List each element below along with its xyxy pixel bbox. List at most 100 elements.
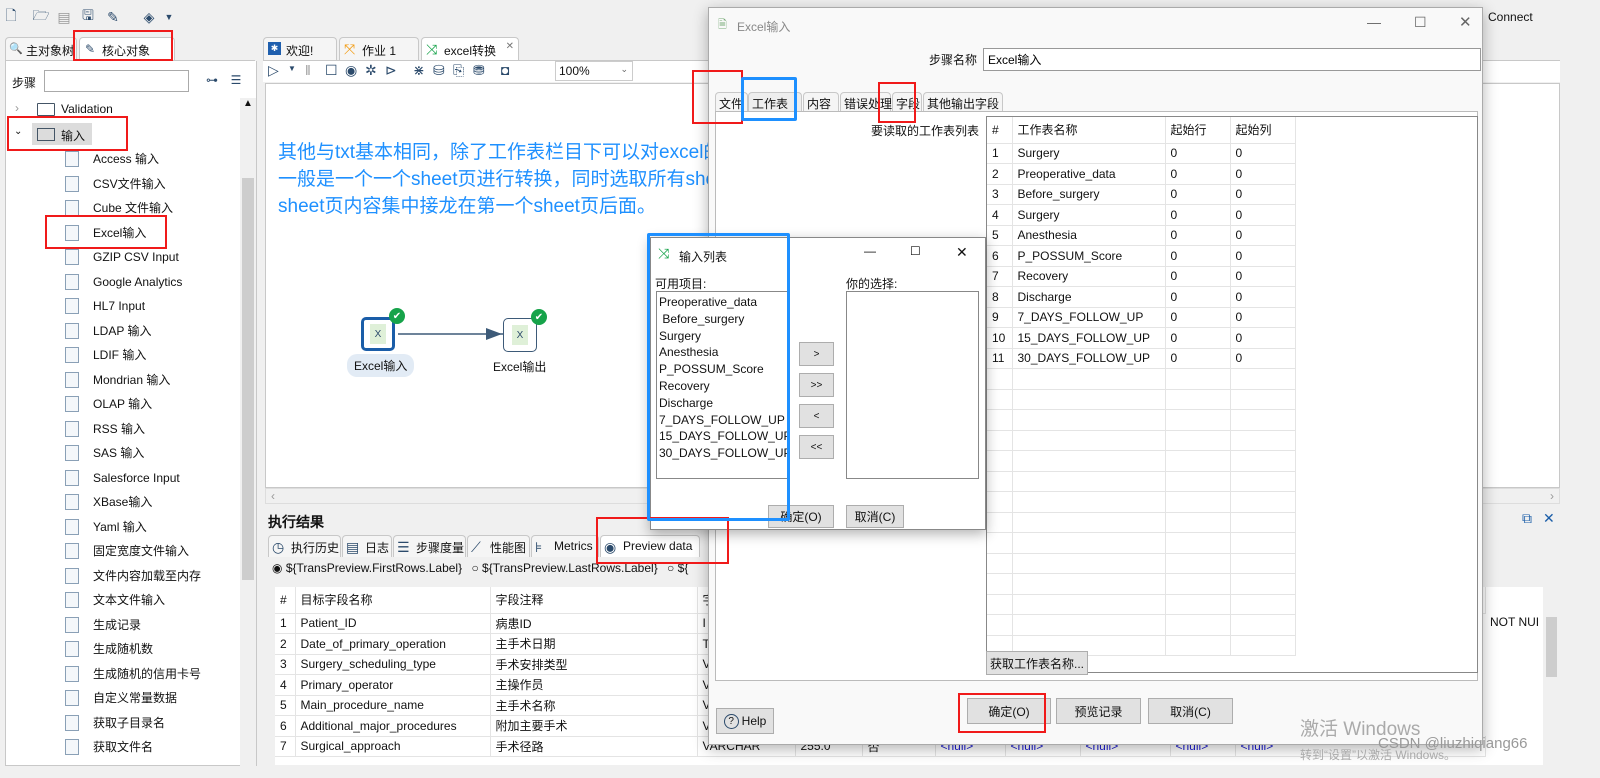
step-label-excel-input[interactable]: Excel输入 bbox=[347, 354, 415, 377]
tree-folder-validation[interactable]: › Validation bbox=[5, 98, 235, 120]
list-item[interactable]: 30_DAYS_FOLLOW_UP bbox=[659, 445, 787, 462]
radio-last-rows[interactable]: ○ ${TransPreview.LastRows.Label} bbox=[471, 561, 657, 575]
preview-records-button[interactable]: 预览记录 bbox=[1056, 698, 1141, 724]
impact-icon[interactable]: ⛁ bbox=[433, 62, 445, 79]
radio-first-rows[interactable]: ◉ ${TransPreview.FirstRows.Label} bbox=[272, 561, 462, 575]
table-row[interactable]: 10 15_DAYS_FOLLOW_UP 0 0 bbox=[987, 327, 1296, 349]
scroll-left-icon[interactable]: ‹ bbox=[271, 489, 275, 503]
list-item[interactable]: 15_DAYS_FOLLOW_UP bbox=[659, 428, 787, 445]
list-item[interactable]: Discharge bbox=[659, 395, 785, 412]
table-row[interactable]: 2 Preoperative_data 0 0 bbox=[987, 163, 1296, 185]
save-as-icon[interactable]: ✎ bbox=[104, 8, 122, 26]
table-row[interactable]: 8 Discharge 0 0 bbox=[987, 286, 1296, 308]
list-item[interactable]: 7_DAYS_FOLLOW_UP bbox=[659, 412, 785, 429]
chevron-down-icon[interactable]: ▼ bbox=[164, 10, 174, 24]
scroll-right-icon[interactable]: › bbox=[1550, 489, 1554, 503]
maximize-icon[interactable]: ☐ bbox=[910, 244, 921, 258]
explore-repository-icon[interactable]: ▤ bbox=[56, 8, 72, 26]
tab-preview-data[interactable]: ◉ Preview data bbox=[600, 535, 700, 557]
open-folder-icon[interactable]: 🗁 bbox=[32, 7, 50, 26]
scrollbar-thumb[interactable] bbox=[1546, 617, 1557, 677]
maximize-icon[interactable]: ☐ bbox=[1414, 14, 1427, 31]
tab-fields[interactable]: 字段 bbox=[892, 92, 922, 112]
tab-main-object-tree[interactable]: 🔍 主对象树 bbox=[5, 37, 77, 60]
close-icon[interactable]: ✕ bbox=[1459, 13, 1472, 31]
add-all-button[interactable]: >> bbox=[799, 373, 834, 397]
table-row[interactable]: 5 Anesthesia 0 0 bbox=[987, 225, 1296, 246]
step-name-input[interactable] bbox=[983, 48, 1481, 71]
zoom-select[interactable]: 100% ⌄ bbox=[555, 61, 633, 81]
stop-icon[interactable]: ☐ bbox=[325, 62, 338, 79]
save-icon[interactable]: 🖫 bbox=[80, 7, 96, 26]
step-node-excel-input[interactable]: X bbox=[361, 317, 395, 351]
tree-folder-input[interactable]: ⌄ 输入 bbox=[5, 122, 235, 146]
tab-file[interactable]: 文件 bbox=[715, 92, 748, 112]
tab-core-objects[interactable]: ✎ 核心对象 bbox=[79, 37, 175, 60]
remove-button[interactable]: < bbox=[799, 404, 834, 428]
table-row[interactable]: 9 7_DAYS_FOLLOW_UP 0 0 bbox=[987, 307, 1296, 328]
list-item[interactable]: Recovery bbox=[659, 378, 785, 395]
step-label-excel-output[interactable]: Excel输出 bbox=[493, 358, 546, 375]
replay-icon[interactable]: ⊳ bbox=[385, 62, 397, 79]
tab-welcome[interactable]: ✱ 欢迎! bbox=[263, 37, 337, 60]
list-item[interactable]: Preoperative_data bbox=[659, 294, 785, 311]
list-item[interactable]: Anesthesia bbox=[659, 344, 785, 361]
left-scrollbar[interactable]: ▲ bbox=[240, 98, 256, 766]
scrollbar-thumb[interactable] bbox=[242, 178, 254, 580]
remove-all-button[interactable]: << bbox=[799, 435, 834, 459]
ok-button[interactable]: 确定(O) bbox=[967, 698, 1051, 724]
tab-other-output-fields[interactable]: 其他输出字段 bbox=[923, 92, 1003, 112]
debug-icon[interactable]: ✲ bbox=[365, 62, 377, 79]
table-row[interactable]: 4 Surgery 0 0 bbox=[987, 204, 1296, 226]
tab-content[interactable]: 内容 bbox=[803, 92, 839, 112]
cancel-button[interactable]: 取消(C) bbox=[1148, 698, 1233, 724]
minimize-icon[interactable]: — bbox=[864, 244, 876, 258]
chevron-down-icon[interactable]: ⌄ bbox=[14, 126, 22, 137]
close-icon[interactable]: ✕ bbox=[956, 244, 968, 261]
step-node-excel-output[interactable]: X bbox=[503, 318, 537, 352]
tab-error-handling[interactable]: 错误处理 bbox=[840, 92, 892, 112]
scroll-up-icon[interactable]: ▲ bbox=[243, 98, 253, 109]
table-row[interactable]: 11 30_DAYS_FOLLOW_UP 0 0 bbox=[987, 348, 1296, 369]
list-item[interactable]: Surgery bbox=[659, 328, 785, 345]
list-item[interactable]: Before_surgery bbox=[659, 311, 785, 328]
tab-log[interactable]: ▤ 日志 bbox=[342, 535, 392, 557]
maximize-panel-icon[interactable]: ⧉ bbox=[1522, 510, 1532, 527]
chevron-right-icon[interactable]: › bbox=[15, 101, 19, 115]
hop-arrow[interactable] bbox=[398, 326, 508, 342]
add-button[interactable]: > bbox=[799, 342, 834, 366]
run-dropdown-icon[interactable]: ▼ bbox=[288, 64, 296, 73]
table-row[interactable]: 3 Before_surgery 0 0 bbox=[987, 184, 1296, 205]
expand-list-icon[interactable]: ☰ bbox=[228, 72, 244, 88]
table-row[interactable]: 7 Recovery 0 0 bbox=[987, 266, 1296, 287]
ok-button[interactable]: 确定(O) bbox=[768, 505, 834, 528]
list-item[interactable]: P_POSSUM_Score bbox=[659, 361, 785, 378]
help-button[interactable]: ? Help bbox=[716, 708, 774, 734]
tab-sheets[interactable]: 工作表 bbox=[748, 92, 802, 112]
available-items-list[interactable]: Preoperative_data Before_surgery Surgery A… bbox=[656, 291, 788, 479]
grid-icon[interactable]: ◘ bbox=[501, 62, 509, 78]
steps-search-input[interactable] bbox=[44, 70, 189, 92]
table-row[interactable]: 6 P_POSSUM_Score 0 0 bbox=[987, 245, 1296, 267]
tab-step-metrics[interactable]: ☰ 步骤度量 bbox=[393, 535, 466, 557]
minimize-icon[interactable]: — bbox=[1367, 14, 1381, 30]
explore-db-icon[interactable]: ⛃ bbox=[473, 62, 485, 79]
sql-icon[interactable]: ⎘ bbox=[453, 62, 464, 79]
close-panel-icon[interactable]: ✕ bbox=[1543, 510, 1555, 527]
layers-icon[interactable]: ◈ bbox=[140, 8, 158, 26]
close-tab-icon[interactable]: ✕ bbox=[506, 41, 514, 52]
tab-metrics[interactable]: ⊧ Metrics bbox=[531, 535, 599, 557]
chevron-down-icon[interactable]: ⌄ bbox=[620, 64, 628, 75]
tab-performance[interactable]: ⟋ 性能图 bbox=[467, 535, 530, 557]
tab-job-1[interactable]: ⤧ 作业 1 bbox=[339, 37, 419, 60]
tab-excel-transform[interactable]: ⤨ excel转换 ✕ bbox=[421, 37, 519, 60]
preview-vscrollbar[interactable] bbox=[1543, 587, 1560, 765]
run-icon[interactable]: ▷ bbox=[268, 62, 279, 79]
table-row[interactable]: 1 Surgery 0 0 bbox=[987, 143, 1296, 164]
tab-exec-history[interactable]: ◷ 执行历史 bbox=[268, 535, 341, 557]
connect-link[interactable]: Connect bbox=[1488, 10, 1533, 24]
pause-icon[interactable]: ‖ bbox=[305, 62, 311, 78]
new-file-icon[interactable]: 🗋 bbox=[3, 7, 19, 26]
radio-other[interactable]: ○ ${ bbox=[667, 561, 688, 575]
selected-items-list[interactable] bbox=[846, 291, 979, 479]
